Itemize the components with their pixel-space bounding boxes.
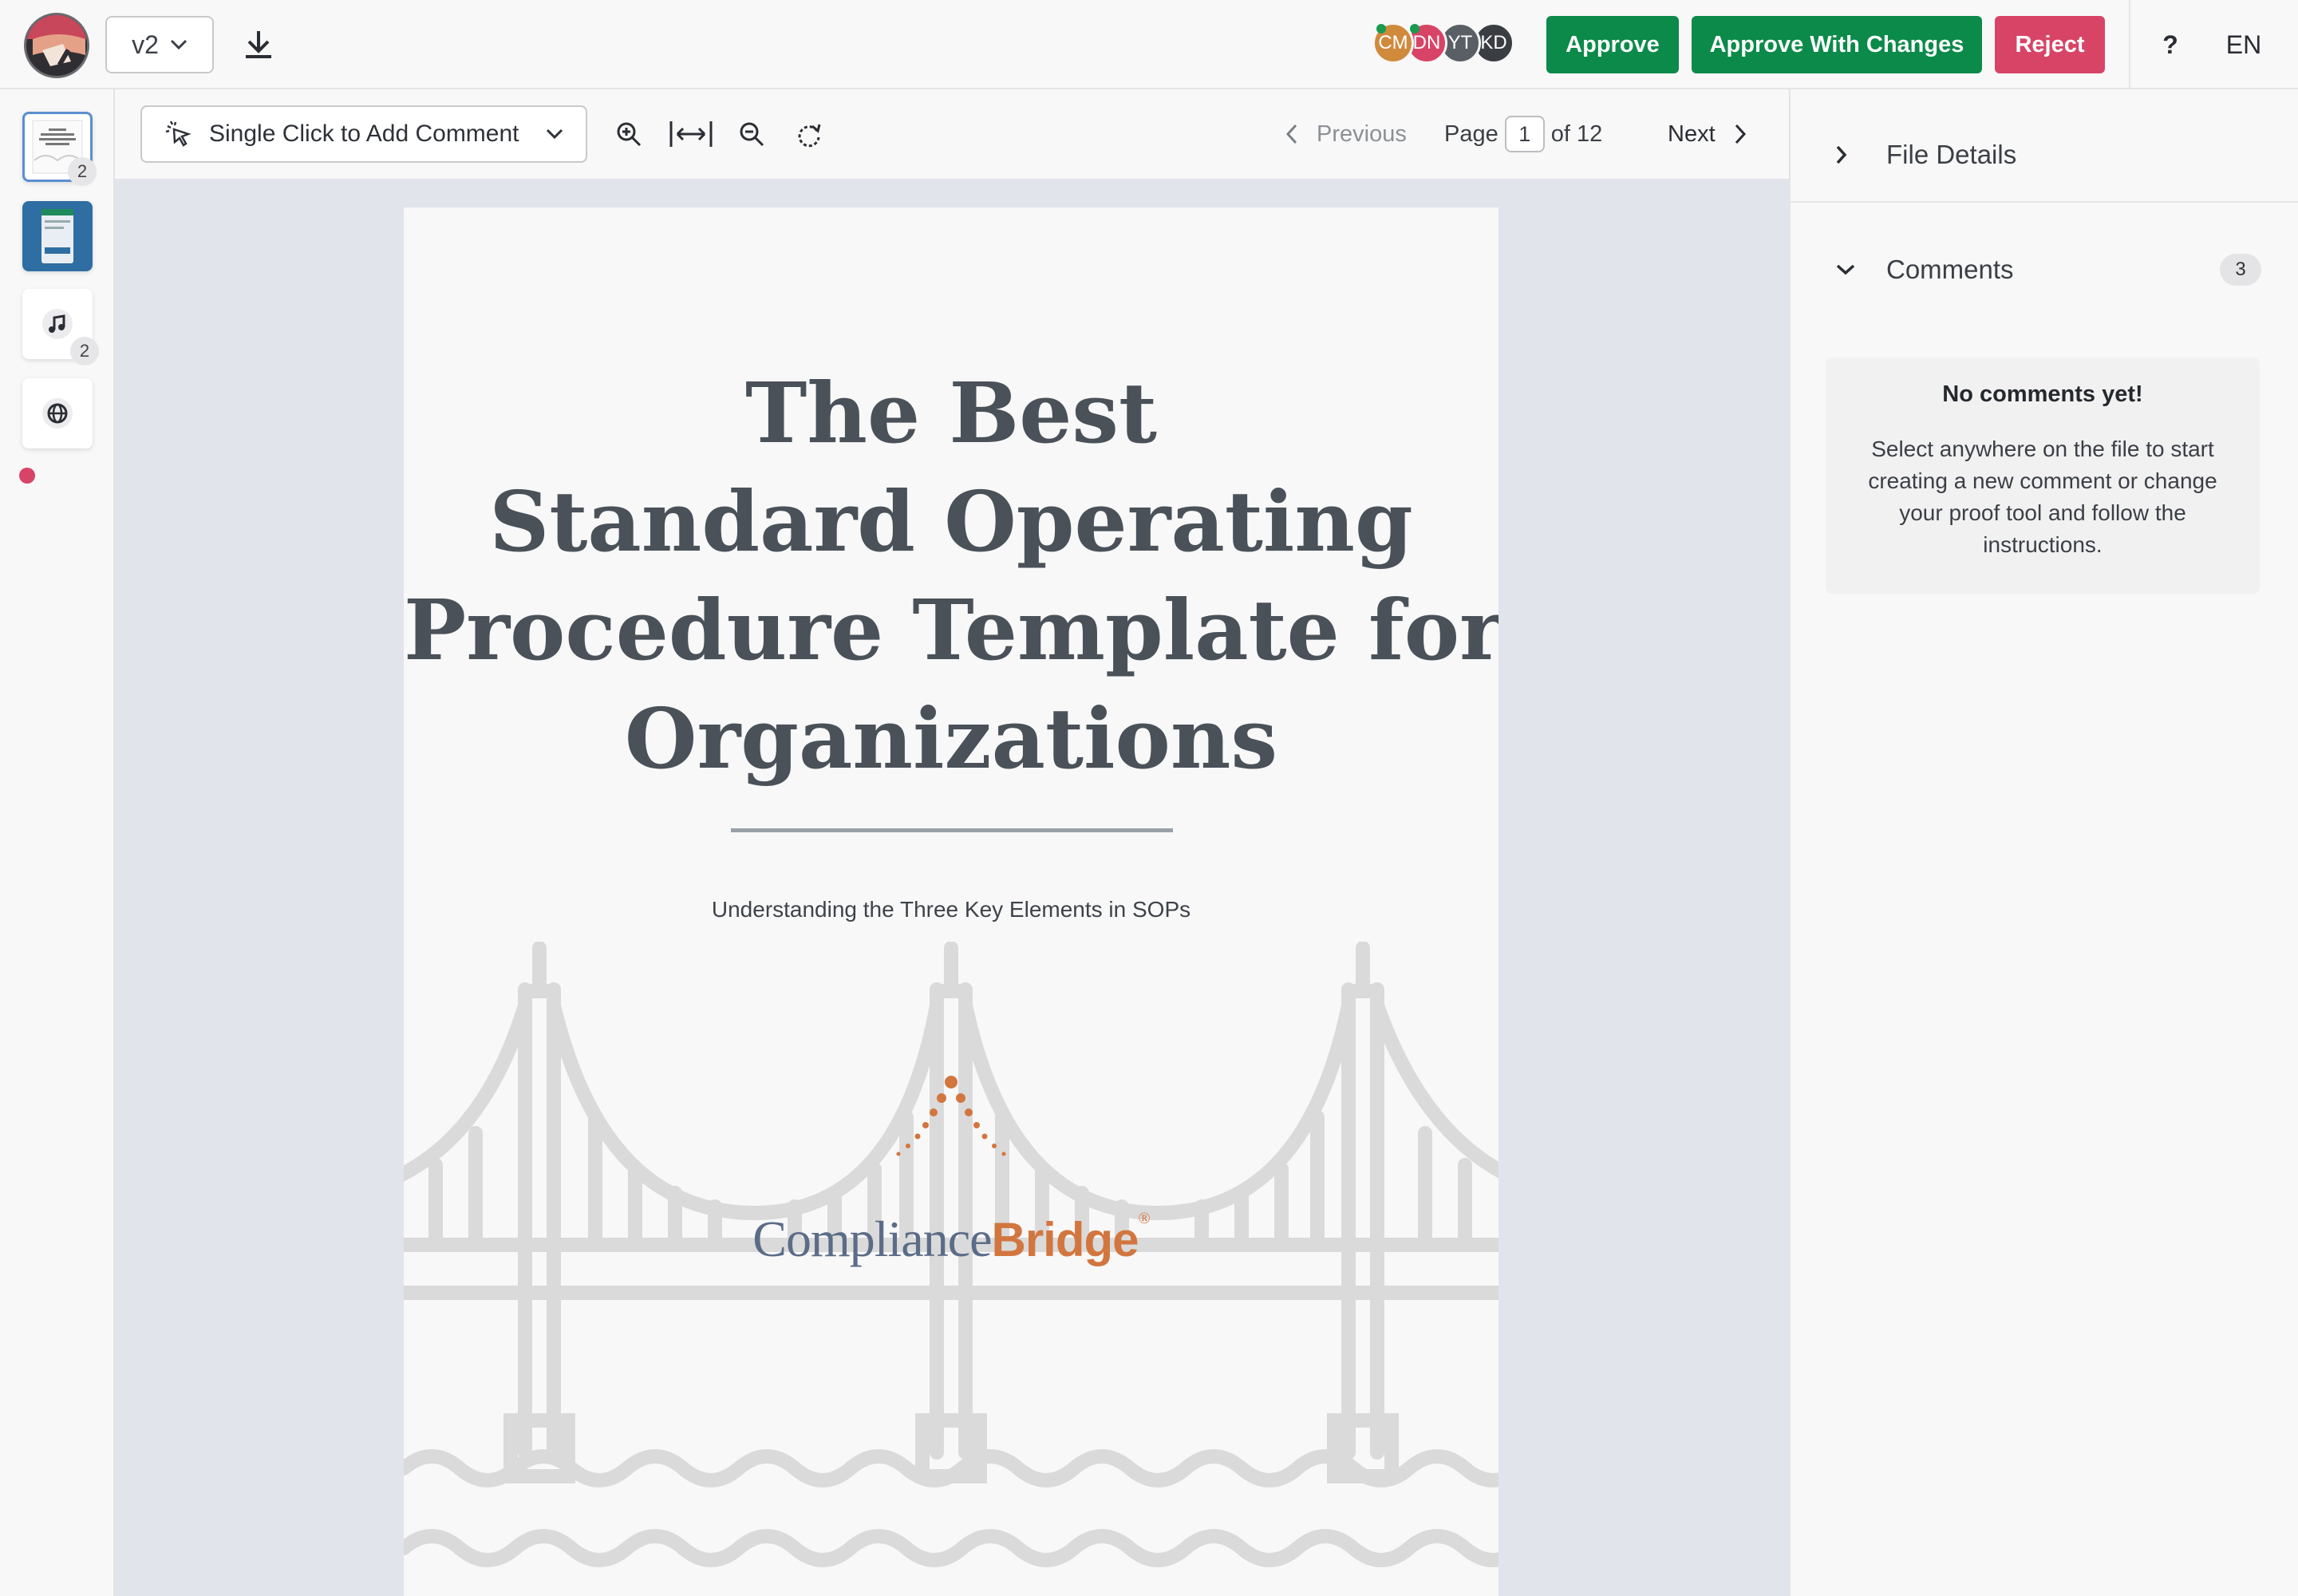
reject-button[interactable]: Reject bbox=[1995, 16, 2105, 73]
right-panel: File Details Comments 3 No comments yet!… bbox=[1789, 89, 2298, 1596]
empty-comments-text: Select anywhere on the file to start cre… bbox=[1868, 437, 2217, 557]
cursor-click-icon bbox=[165, 120, 192, 147]
chevron-right-icon bbox=[1835, 144, 1867, 165]
thumbnail-audio[interactable]: 2 bbox=[22, 289, 99, 365]
document-page[interactable]: The Best Standard Operating Procedure Te… bbox=[404, 207, 1498, 1596]
comment-mode-label: Single Click to Add Comment bbox=[209, 120, 519, 147]
image-thumbnail-icon bbox=[41, 209, 73, 263]
approve-with-changes-button[interactable]: Approve With Changes bbox=[1692, 16, 1982, 73]
avatar-initials: YT bbox=[1447, 32, 1473, 53]
empty-comments-state: No comments yet! Select anywhere on the … bbox=[1826, 358, 2260, 594]
avatar-initials: DN bbox=[1412, 32, 1441, 53]
collaborator-avatars: CM DN YT KD bbox=[1372, 22, 1514, 67]
zoom-in-icon bbox=[617, 122, 642, 147]
file-details-label: File Details bbox=[1886, 140, 2017, 169]
viewer-toolbar: Single Click to Add Comment Previous Pag… bbox=[115, 89, 1789, 179]
bridge-illustration bbox=[404, 942, 1498, 1567]
file-thumbnail-rail: 2 2 bbox=[0, 89, 115, 1596]
document-viewer[interactable]: The Best Standard Operating Procedure Te… bbox=[115, 179, 1789, 1596]
avatar-initials: KD bbox=[1480, 32, 1507, 53]
download-icon bbox=[246, 31, 271, 58]
zoom-in-button[interactable] bbox=[611, 117, 646, 152]
document-subtitle: Understanding the Three Key Elements in … bbox=[711, 897, 1191, 922]
compliancebridge-logo: ComplianceBridge® bbox=[752, 1210, 1150, 1267]
empty-comments-title: No comments yet! bbox=[1942, 381, 2143, 407]
chevron-left-icon bbox=[1285, 124, 1297, 144]
download-button[interactable] bbox=[236, 24, 281, 65]
globe-icon bbox=[42, 398, 73, 429]
fit-width-icon bbox=[669, 121, 713, 147]
document-title-line: Organizations bbox=[624, 689, 1278, 788]
language-button[interactable]: EN bbox=[2223, 22, 2264, 67]
music-note-icon bbox=[42, 309, 73, 339]
title-divider bbox=[731, 828, 1173, 832]
divider bbox=[2129, 0, 2130, 89]
page-label: Page bbox=[1444, 120, 1498, 147]
document-title: The Best Standard Operating Procedure Te… bbox=[404, 359, 1498, 793]
thumbnail-document[interactable]: 2 bbox=[22, 112, 97, 186]
chevron-down-icon bbox=[170, 39, 187, 50]
thumbnail-web[interactable] bbox=[22, 378, 93, 448]
version-select[interactable]: v2 bbox=[105, 16, 214, 73]
comments-label: Comments bbox=[1886, 255, 2014, 284]
chevron-down-icon bbox=[1835, 263, 1867, 276]
top-bar: v2 CM DN YT KD Approve Approve With Changes… bbox=[0, 0, 2298, 89]
avatar-initials: CM bbox=[1378, 32, 1408, 53]
previous-page-button[interactable]: Previous bbox=[1285, 117, 1407, 152]
page-total: of 12 bbox=[1550, 120, 1603, 147]
notification-dot bbox=[19, 468, 35, 484]
previous-label: Previous bbox=[1317, 120, 1407, 147]
next-label: Next bbox=[1668, 120, 1716, 147]
chevron-down-icon bbox=[546, 128, 563, 140]
avatar[interactable]: CM bbox=[1372, 22, 1414, 64]
rotate-icon bbox=[798, 124, 821, 148]
document-title-line: The Best bbox=[744, 364, 1158, 462]
comment-mode-select[interactable]: Single Click to Add Comment bbox=[140, 105, 587, 163]
version-label: v2 bbox=[132, 30, 159, 59]
next-page-button[interactable]: Next bbox=[1668, 117, 1747, 152]
zoom-out-button[interactable] bbox=[734, 117, 769, 152]
document-title-line: Standard Operating bbox=[489, 472, 1413, 571]
divider bbox=[1791, 201, 2298, 203]
thumbnail-image[interactable] bbox=[22, 201, 93, 271]
app-logo[interactable] bbox=[24, 13, 89, 78]
thumbnail-count-badge: 2 bbox=[70, 337, 99, 365]
thumbnail-count-badge: 2 bbox=[68, 157, 97, 186]
comments-count-badge: 3 bbox=[2220, 254, 2261, 286]
chevron-right-icon bbox=[1735, 124, 1746, 144]
approve-button[interactable]: Approve bbox=[1546, 16, 1679, 73]
fit-width-button[interactable] bbox=[667, 117, 715, 152]
document-title-line: Procedure Template for bbox=[404, 581, 1498, 679]
zoom-out-icon bbox=[740, 122, 764, 147]
file-details-toggle[interactable]: File Details bbox=[1791, 107, 2298, 203]
help-button[interactable]: ? bbox=[2154, 22, 2186, 67]
online-status-dot bbox=[1376, 24, 1386, 34]
page-number-input[interactable]: 1 bbox=[1504, 116, 1545, 152]
online-status-dot bbox=[1410, 24, 1419, 34]
page-indicator: Page 1 of 12 bbox=[1444, 116, 1603, 152]
rotate-button[interactable] bbox=[792, 117, 827, 152]
comments-toggle[interactable]: Comments 3 bbox=[1791, 222, 2298, 318]
